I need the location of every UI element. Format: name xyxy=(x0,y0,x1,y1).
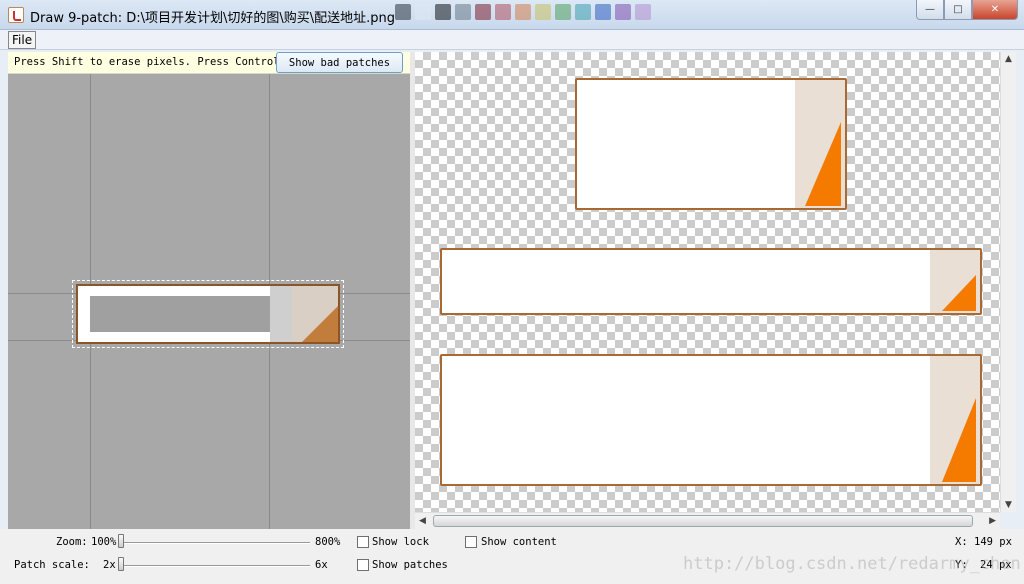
stretch-region xyxy=(90,296,270,332)
maximize-button[interactable]: □ xyxy=(944,0,972,20)
zoom-min-label: 100% xyxy=(91,536,117,548)
show-lock-label[interactable]: Show lock xyxy=(372,536,429,548)
patch-scale-slider[interactable] xyxy=(118,557,124,571)
nine-patch-image[interactable] xyxy=(72,280,344,348)
patch-scale-slider-track[interactable] xyxy=(120,565,310,567)
hint-bar: Press Shift to erase pixels. Press Contr… xyxy=(8,52,410,74)
corner-triangle xyxy=(302,306,338,342)
minimize-button[interactable]: — xyxy=(916,0,944,20)
preview-large xyxy=(440,354,982,486)
x-coordinate-label: X: xyxy=(955,536,968,548)
patch-scale-label: Patch scale: xyxy=(14,559,90,571)
java-app-icon xyxy=(8,7,24,23)
preview-pane xyxy=(415,52,1000,512)
scroll-up-arrow-icon[interactable]: ▲ xyxy=(1005,54,1012,64)
horizontal-scroll-thumb[interactable] xyxy=(433,515,973,527)
zoom-label: Zoom: xyxy=(56,536,88,548)
hint-text: Press Shift to erase pixels. Press Contr… xyxy=(14,56,299,68)
preview-corner-triangle xyxy=(805,122,841,206)
nine-patch-content xyxy=(76,284,340,344)
horizontal-scrollbar[interactable]: ◀ ▶ xyxy=(415,512,1000,529)
y-coordinate-value: 24 px xyxy=(980,559,1012,571)
patch-editor-pane[interactable]: Press Shift to erase pixels. Press Contr… xyxy=(8,52,410,529)
x-coordinate-value: 149 px xyxy=(974,536,1012,548)
controls-panel: Zoom: 100% 800% Show lock Show content P… xyxy=(0,529,1024,584)
title-bar: Draw 9-patch: D:\项目开发计划\切好的图\购买\配送地址.png… xyxy=(0,0,1024,30)
close-button[interactable]: ✕ xyxy=(972,0,1018,20)
zoom-max-label: 800% xyxy=(315,536,341,548)
scroll-down-arrow-icon[interactable]: ▼ xyxy=(1005,500,1012,510)
window-title: Draw 9-patch: D:\项目开发计划\切好的图\购买\配送地址.png xyxy=(30,11,396,26)
preview-small xyxy=(575,78,847,210)
stretch-column xyxy=(270,286,292,342)
vertical-scrollbar[interactable]: ▲ ▼ xyxy=(1000,52,1016,512)
zoom-slider[interactable] xyxy=(118,534,124,548)
patch-scale-min-label: 2x xyxy=(103,559,116,571)
preview-wide xyxy=(440,248,982,315)
show-patches-checkbox[interactable] xyxy=(357,559,369,571)
show-lock-checkbox[interactable] xyxy=(357,536,369,548)
preview-corner-triangle xyxy=(942,275,976,311)
fixed-region xyxy=(292,286,338,342)
show-patches-label[interactable]: Show patches xyxy=(372,559,448,571)
menu-bar: File xyxy=(0,30,1024,50)
scroll-left-arrow-icon[interactable]: ◀ xyxy=(419,516,426,526)
show-content-label[interactable]: Show content xyxy=(481,536,557,548)
zoom-slider-track[interactable] xyxy=(120,542,310,544)
show-content-checkbox[interactable] xyxy=(465,536,477,548)
patch-scale-max-label: 6x xyxy=(315,559,328,571)
scroll-right-arrow-icon[interactable]: ▶ xyxy=(989,516,996,526)
background-swatches xyxy=(395,4,651,26)
y-coordinate-label: Y: xyxy=(955,559,968,571)
window-controls: — □ ✕ xyxy=(916,0,1018,20)
menu-file[interactable]: File xyxy=(8,31,37,49)
show-bad-patches-button[interactable]: Show bad patches xyxy=(276,52,403,73)
preview-corner-triangle xyxy=(942,398,976,482)
